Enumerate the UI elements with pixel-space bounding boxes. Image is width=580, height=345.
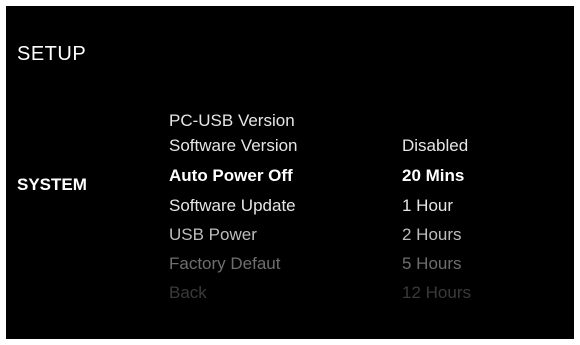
auto-power-off-options: Disabled 20 Mins 1 Hour 2 Hours 5 Hours … (402, 110, 562, 307)
page-title: SETUP (17, 43, 87, 65)
menu-item-software-update[interactable]: Software Update (169, 191, 389, 220)
option-5-hours[interactable]: 5 Hours (402, 249, 562, 278)
option-disabled[interactable]: Disabled (402, 132, 562, 160)
option-12-hours[interactable]: 12 Hours (402, 278, 562, 307)
option-1-hour[interactable]: 1 Hour (402, 191, 562, 220)
settings-menu: PC-USB Version Software Version Auto Pow… (169, 110, 389, 307)
category-label-system: SYSTEM (17, 175, 87, 194)
menu-item-factory-default[interactable]: Factory Defaut (169, 249, 389, 278)
menu-item-usb-power[interactable]: USB Power (169, 220, 389, 249)
option-20-mins[interactable]: 20 Mins (402, 160, 562, 191)
setup-screen: SETUP SYSTEM PC-USB Version Software Ver… (6, 6, 574, 339)
menu-item-pc-usb-version[interactable]: PC-USB Version (169, 110, 389, 132)
option-2-hours[interactable]: 2 Hours (402, 220, 562, 249)
menu-item-auto-power-off[interactable]: Auto Power Off (169, 160, 389, 191)
menu-item-back[interactable]: Back (169, 278, 389, 307)
menu-item-software-version[interactable]: Software Version (169, 132, 389, 160)
